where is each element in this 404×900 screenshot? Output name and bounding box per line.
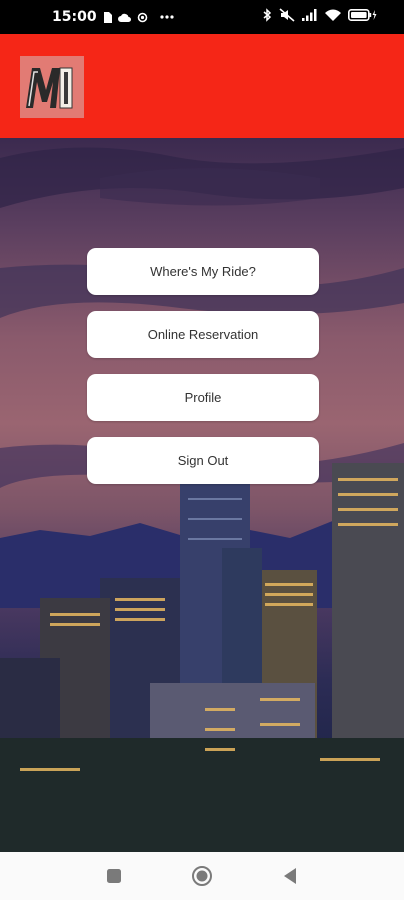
home-circle-icon[interactable] [178, 852, 226, 900]
bluetooth-icon [263, 7, 272, 27]
app-header [0, 34, 404, 138]
wifi-icon [325, 8, 341, 26]
location-icon [137, 12, 148, 23]
sign-out-button[interactable]: Sign Out [87, 437, 319, 484]
signal-icon [302, 8, 318, 26]
battery-icon [348, 8, 378, 27]
city-background-image [0, 138, 404, 852]
status-time: 15:00 [52, 9, 97, 25]
more-dots-icon [159, 15, 174, 19]
navigation-bar [0, 852, 404, 900]
recents-square-icon[interactable] [90, 852, 138, 900]
wheres-my-ride-button[interactable]: Where's My Ride? [87, 248, 319, 295]
online-reservation-button[interactable]: Online Reservation [87, 311, 319, 358]
status-bar: 15:00 [0, 0, 404, 34]
cloud-icon [117, 13, 131, 22]
app-logo [20, 56, 84, 118]
mute-icon [279, 7, 295, 27]
back-triangle-icon[interactable] [266, 852, 314, 900]
sim-card-icon [103, 11, 112, 23]
profile-button[interactable]: Profile [87, 374, 319, 421]
